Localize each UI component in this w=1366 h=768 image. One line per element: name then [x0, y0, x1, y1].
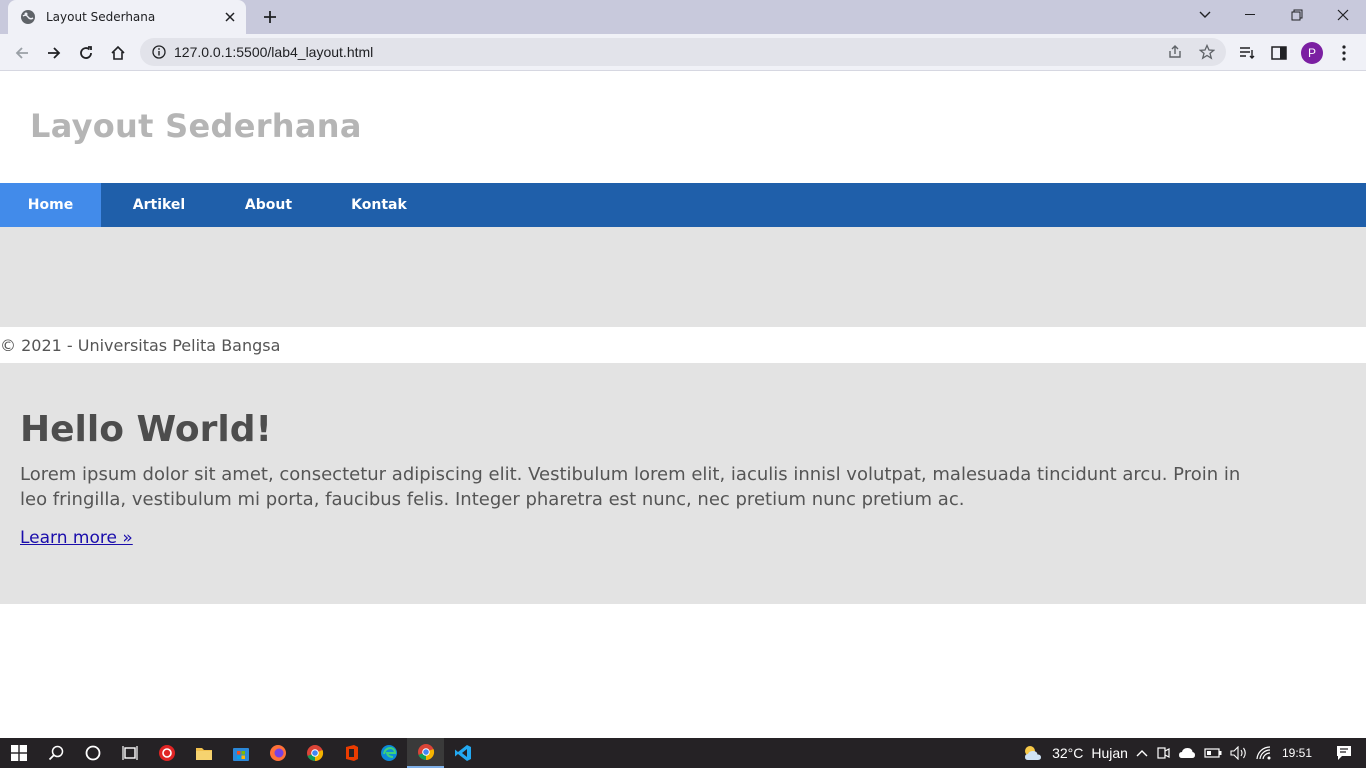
reload-icon[interactable] — [72, 39, 100, 67]
volume-icon[interactable] — [1226, 738, 1252, 768]
store-icon[interactable] — [222, 738, 259, 768]
address-bar[interactable]: 127.0.0.1:5500/lab4_layout.html — [140, 38, 1226, 66]
wifi-icon[interactable] — [1252, 738, 1276, 768]
reading-list-icon[interactable] — [1233, 39, 1261, 67]
search-icon[interactable] — [37, 738, 74, 768]
firefox-icon[interactable] — [259, 738, 296, 768]
weather-text[interactable]: Hujan — [1087, 738, 1132, 768]
close-tab-icon[interactable] — [220, 7, 240, 27]
nav-about[interactable]: About — [217, 183, 320, 227]
forward-icon[interactable] — [40, 39, 68, 67]
hero-heading: Hello World! — [20, 409, 272, 450]
tab-search-icon[interactable] — [1192, 4, 1218, 26]
meet-icon[interactable] — [1152, 738, 1174, 768]
app-red-icon[interactable] — [148, 738, 185, 768]
chrome-icon[interactable] — [296, 738, 333, 768]
browser-tab[interactable]: Layout Sederhana — [8, 0, 246, 34]
bookmark-star-icon[interactable] — [1194, 39, 1220, 65]
share-icon[interactable] — [1162, 39, 1188, 65]
learn-more-link[interactable]: Learn more » — [20, 528, 133, 548]
profile-initial: P — [1301, 42, 1323, 64]
globe-icon — [20, 9, 36, 25]
edge-icon[interactable] — [370, 738, 407, 768]
windows-start-icon[interactable] — [0, 738, 37, 768]
back-icon[interactable] — [8, 39, 36, 67]
restore-icon[interactable] — [1274, 0, 1320, 30]
profile-avatar[interactable]: P — [1298, 39, 1326, 67]
page-viewport: Layout Sederhana Home Artikel About Kont… — [0, 71, 1366, 738]
cloud-icon[interactable] — [1174, 738, 1200, 768]
close-window-icon[interactable] — [1320, 0, 1366, 30]
window-controls — [1228, 0, 1366, 30]
vscode-icon[interactable] — [444, 738, 481, 768]
hero-body: Lorem ipsum dolor sit amet, consectetur … — [20, 464, 1241, 510]
file-explorer-icon[interactable] — [185, 738, 222, 768]
browser-tabbar: Layout Sederhana — [0, 0, 1366, 34]
nav-home[interactable]: Home — [0, 183, 101, 227]
site-footer: © 2021 - Universitas Pelita Bangsa — [0, 327, 1366, 363]
battery-icon[interactable] — [1200, 738, 1226, 768]
windows-taskbar: 32°C Hujan 19:51 — [0, 738, 1366, 768]
site-title: Layout Sederhana — [30, 107, 362, 145]
nav-kontak[interactable]: Kontak — [320, 183, 438, 227]
weather-icon[interactable] — [1018, 738, 1048, 768]
hero-section: Hello World! Lorem ipsum dolor sit amet,… — [0, 363, 1366, 604]
system-tray: 32°C Hujan 19:51 — [1018, 738, 1366, 768]
weather-temp[interactable]: 32°C — [1048, 738, 1087, 768]
site-nav: Home Artikel About Kontak — [0, 183, 1366, 227]
site-info-icon[interactable] — [150, 43, 168, 61]
task-view-icon[interactable] — [111, 738, 148, 768]
home-icon[interactable] — [104, 39, 132, 67]
content-band — [0, 227, 1366, 327]
office-icon[interactable] — [333, 738, 370, 768]
side-panel-icon[interactable] — [1265, 39, 1293, 67]
footer-text: © 2021 - Universitas Pelita Bangsa — [0, 335, 281, 355]
chevron-up-icon[interactable] — [1132, 738, 1152, 768]
menu-dots-icon[interactable] — [1330, 39, 1358, 67]
clock[interactable]: 19:51 — [1276, 738, 1322, 768]
notifications-icon[interactable] — [1322, 738, 1366, 768]
new-tab-icon[interactable] — [258, 6, 282, 28]
chrome-active-icon[interactable] — [407, 738, 444, 768]
browser-toolbar: 127.0.0.1:5500/lab4_layout.html P — [0, 34, 1366, 71]
minimize-icon[interactable] — [1228, 0, 1274, 30]
nav-artikel[interactable]: Artikel — [101, 183, 217, 227]
cortana-icon[interactable] — [74, 738, 111, 768]
tab-title: Layout Sederhana — [46, 10, 156, 24]
site-header: Layout Sederhana — [0, 71, 1366, 183]
url-text: 127.0.0.1:5500/lab4_layout.html — [174, 44, 374, 60]
